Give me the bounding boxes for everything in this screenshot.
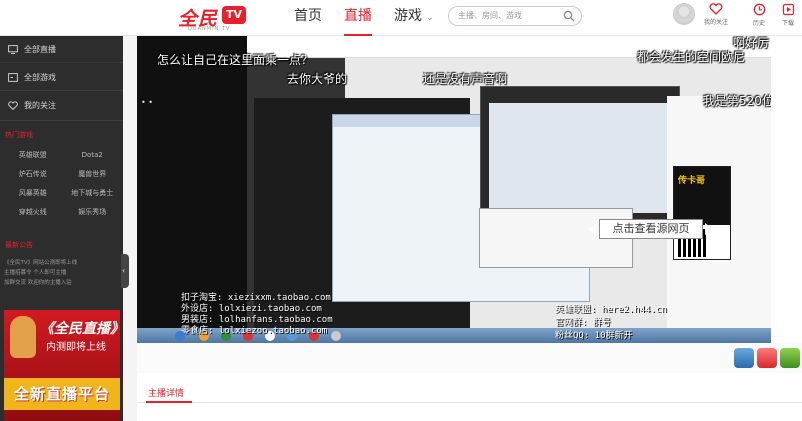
download-icon	[782, 3, 794, 16]
ad-banner-text: 全新直播平台	[13, 385, 110, 403]
sidebar-item-label: 我的关注	[24, 101, 56, 110]
chevron-down-icon: ⌄	[426, 13, 434, 23]
active-tab-indicator	[146, 401, 192, 403]
heart-icon	[8, 101, 18, 110]
stream-promo-card: 传卡哥	[673, 166, 731, 260]
clock-icon	[753, 3, 765, 16]
category-link[interactable]: 英雄联盟	[5, 148, 61, 162]
gift-icon[interactable]	[780, 348, 800, 368]
danmaku-comment: 怎么让自己在这里面乘一点？	[157, 53, 314, 67]
tab-streamer-detail[interactable]: 主播详情	[148, 386, 184, 399]
notice-list: 《全民TV》网站公测即将上线 主播招募令 个人即可主播 加群交流 欢迎你的主播入…	[4, 258, 120, 288]
sidebar-ad-banner[interactable]: 《全民直播》 内测即将上线 全新直播平台	[4, 310, 120, 421]
sidebar: 全部直播 全部游戏 我的关注 热门游戏 英雄联盟 Dota2 炉石传说 魔兽世界…	[0, 36, 123, 421]
ad-subtitle: 内测即将上线	[46, 342, 106, 353]
sidebar-item-label: 全部游戏	[24, 73, 56, 82]
category-link[interactable]: 魔兽世界	[65, 167, 121, 181]
heart-icon	[709, 3, 723, 15]
logo-tv-badge: TV	[222, 6, 246, 24]
app-icon	[331, 331, 341, 341]
category-link[interactable]: 风暴英雄	[5, 186, 61, 200]
danmaku-comment: 我是第520位粉丝	[703, 94, 771, 108]
gift-heart-icon[interactable]	[757, 348, 777, 368]
divider	[0, 90, 123, 91]
notice-item[interactable]: 《全民TV》网站公测即将上线	[4, 258, 120, 268]
video-player[interactable]: 传卡哥 • • 怎么让自己在这里面乘一点？ 啊好厉 去你大爷的 还是没有声音啊 …	[137, 36, 771, 343]
sidebar-item-all-games[interactable]: 全部游戏	[8, 72, 56, 83]
view-source-button[interactable]: 点击查看源网页	[599, 219, 703, 239]
microphone-icon	[10, 316, 36, 358]
top-header: 全民 TV QUANMIN.TV 首页 直播 游戏 ⌄ 主播、房间、游戏 我的关注…	[0, 0, 802, 36]
nav-games[interactable]: 游戏 ⌄	[394, 0, 434, 36]
divider	[0, 62, 123, 63]
shop-line: 零食店: lolxiezoo.taobao.com	[181, 326, 328, 336]
hot-games-heading: 热门游戏	[5, 131, 33, 139]
history-label: 历史	[752, 20, 765, 27]
chevron-left-icon: ‹	[122, 266, 126, 275]
my-follow-label: 我的关注	[703, 19, 728, 26]
promo-header: 传卡哥	[674, 167, 730, 225]
divider	[137, 402, 802, 403]
category-link[interactable]: 娱乐秀场	[65, 205, 121, 219]
nav-live[interactable]: 直播	[344, 0, 372, 36]
stream-obs-window	[480, 86, 680, 220]
category-link[interactable]: 炉石传说	[5, 167, 61, 181]
divider	[0, 120, 123, 121]
detail-panel	[137, 373, 802, 421]
notice-item[interactable]: 加群交流 欢迎你的主播入驻	[4, 278, 120, 288]
search-icon[interactable]	[563, 10, 575, 22]
sidebar-collapse-toggle[interactable]: ‹	[121, 254, 129, 288]
logo-subtitle: QUANMIN.TV	[188, 26, 231, 32]
right-gutter	[771, 36, 802, 343]
arrow-left-icon	[588, 223, 596, 235]
category-link[interactable]: 地下城与勇士	[65, 186, 121, 200]
ad-banner-bar: 全新直播平台	[4, 378, 120, 410]
tv-icon	[8, 45, 18, 54]
ad-title: 《全民直播》	[40, 321, 120, 337]
history-button[interactable]: 历史	[743, 3, 775, 27]
sidebar-item-all-live[interactable]: 全部直播	[8, 44, 56, 55]
sidebar-item-label: 全部直播	[24, 45, 56, 54]
gift-toolbar	[137, 343, 802, 373]
download-button[interactable]: 下载	[774, 3, 802, 27]
danmaku-comment: 都会发生的空间欧尼	[637, 50, 746, 64]
download-label: 下载	[781, 20, 794, 27]
sidebar-item-my-follow[interactable]: 我的关注	[8, 100, 56, 111]
danmaku-comment: 去你大爷的	[287, 72, 348, 86]
main-nav: 首页 直播 游戏 ⌄	[294, 0, 456, 36]
promo-text: 传卡哥	[678, 176, 706, 186]
gamepad-icon	[8, 73, 18, 82]
search-box[interactable]: 主播、房间、游戏	[448, 6, 582, 26]
info-line: 英雄联盟: here2.h44.cn	[555, 305, 667, 315]
badge-icon[interactable]	[734, 348, 754, 368]
nav-home[interactable]: 首页	[294, 0, 322, 36]
category-grid: 英雄联盟 Dota2 炉石传说 魔兽世界 风暴英雄 地下城与勇士 穿越火线 娱乐…	[5, 148, 120, 219]
my-follow-button[interactable]: 我的关注	[700, 3, 732, 26]
danmaku-comment: 还是没有声音啊	[423, 72, 508, 86]
arrow-right-icon	[705, 223, 713, 235]
category-link[interactable]: 穿越火线	[5, 205, 61, 219]
notice-heading: 最新公告	[5, 241, 33, 249]
overlay-dots: • •	[141, 98, 153, 107]
site-logo[interactable]: 全民 TV QUANMIN.TV	[178, 4, 248, 34]
info-line: 官网群: 群号	[555, 318, 611, 328]
avatar[interactable]	[673, 3, 695, 25]
notice-item[interactable]: 主播招募令 个人即可主播	[4, 268, 120, 278]
info-line: 粉丝QQ: 10群新开	[555, 331, 633, 341]
window-preview	[489, 103, 673, 213]
search-input[interactable]: 主播、房间、游戏	[458, 10, 522, 21]
category-link[interactable]: Dota2	[65, 148, 121, 162]
